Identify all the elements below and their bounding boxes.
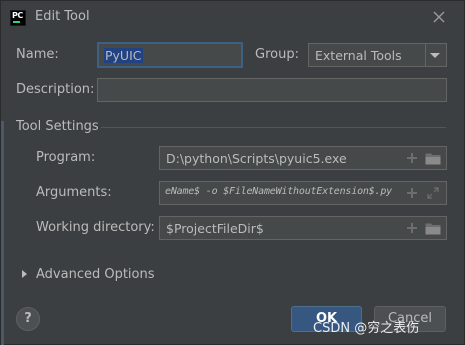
name-input[interactable]: PyUIC xyxy=(97,42,243,68)
title-bar: PC Edit Tool xyxy=(1,1,464,35)
close-icon[interactable] xyxy=(432,10,446,24)
edit-tool-dialog: PC Edit Tool Name: PyUIC Group: External… xyxy=(0,0,465,345)
background-window-edge xyxy=(1,121,4,345)
expand-icon[interactable] xyxy=(427,187,439,199)
group-select-value: External Tools xyxy=(315,48,402,63)
app-icon-text: PC xyxy=(12,11,23,20)
name-input-value: PyUIC xyxy=(104,48,143,63)
description-label: Description: xyxy=(16,82,95,97)
name-label: Name: xyxy=(16,47,59,62)
watermark: CSDN @穷之表伤 xyxy=(313,321,420,336)
tool-settings-heading: Tool Settings xyxy=(16,119,99,134)
arguments-input-value: eName$ -o $FileNameWithoutExtension$.py xyxy=(165,186,392,197)
insert-macro-icon[interactable] xyxy=(406,222,418,234)
insert-macro-icon[interactable] xyxy=(406,187,418,199)
working-directory-input-value: $ProjectFileDir$ xyxy=(166,221,264,236)
help-button[interactable]: ? xyxy=(16,307,40,331)
program-input[interactable]: D:\python\Scripts\pyuic5.exe xyxy=(159,146,447,170)
arguments-input[interactable]: eName$ -o $FileNameWithoutExtension$.py xyxy=(159,181,447,205)
insert-macro-icon[interactable] xyxy=(406,152,418,164)
program-input-value: D:\python\Scripts\pyuic5.exe xyxy=(166,151,347,166)
description-input[interactable] xyxy=(97,78,447,102)
section-divider xyxy=(101,127,446,128)
working-directory-label: Working directory: xyxy=(36,220,155,235)
dialog-title: Edit Tool xyxy=(35,9,90,24)
browse-folder-icon[interactable] xyxy=(425,222,441,235)
chevron-down-icon xyxy=(430,53,440,58)
browse-folder-icon[interactable] xyxy=(425,152,441,165)
program-label: Program: xyxy=(36,150,96,165)
chevron-right-icon[interactable] xyxy=(22,270,27,278)
group-select[interactable]: External Tools xyxy=(308,43,447,67)
pycharm-app-icon: PC xyxy=(10,10,26,26)
group-label: Group: xyxy=(255,47,299,62)
arguments-label: Arguments: xyxy=(36,185,112,200)
advanced-options-toggle[interactable]: Advanced Options xyxy=(36,267,155,282)
working-directory-input[interactable]: $ProjectFileDir$ xyxy=(159,216,447,240)
